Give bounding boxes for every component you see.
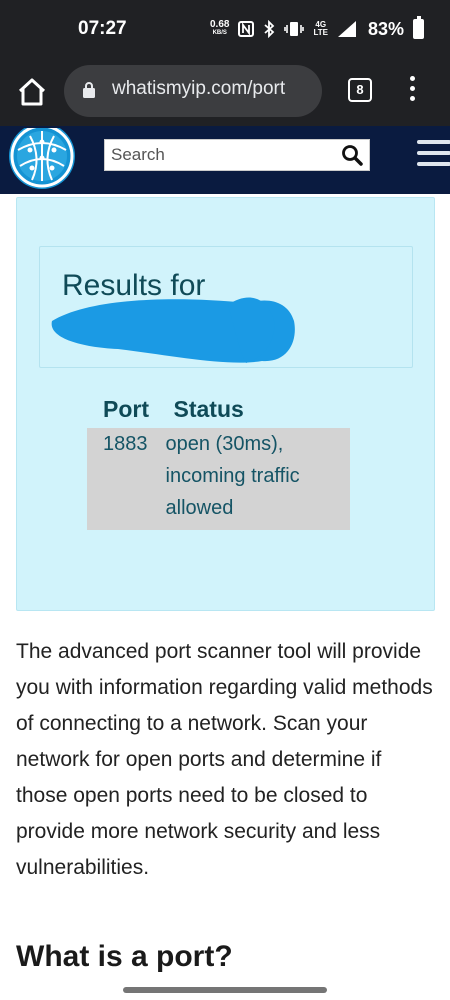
results-header-box: Results for [39, 246, 413, 368]
table-header-row: Port Status [87, 394, 350, 428]
vibrate-icon [284, 22, 305, 36]
site-logo[interactable] [8, 128, 76, 196]
description-paragraph: The advanced port scanner tool will prov… [16, 640, 433, 879]
port-status-cell: open (30ms), incoming traffic allowed [157, 428, 350, 530]
network-type-lte: LTE [313, 28, 328, 37]
status-icons: 0.68 KB/S 4G LTE 83% [210, 16, 425, 42]
battery-percent: 83% [367, 18, 405, 39]
port-number-cell: 1883 [87, 428, 158, 530]
battery-icon [413, 16, 425, 39]
status-time: 07:27 [78, 18, 127, 39]
tab-switcher-button[interactable]: 8 [348, 78, 372, 102]
network-speed-value: 0.68 [210, 19, 230, 30]
menu-icon[interactable] [403, 76, 421, 106]
network-speed-unit: KB/S [212, 30, 227, 36]
url-bar[interactable]: whatismyip.com/port [64, 65, 322, 117]
redacted-ip-scribble [51, 297, 295, 363]
bluetooth-icon [264, 20, 275, 38]
search-icon[interactable] [341, 144, 363, 166]
gesture-nav-handle[interactable] [123, 987, 327, 993]
url-text: whatismyip.com/port [112, 78, 286, 99]
search-input[interactable] [111, 145, 331, 165]
column-header-status: Status [173, 396, 244, 422]
site-header [0, 126, 450, 194]
lock-icon [83, 82, 95, 98]
network-speed: 0.68 KB/S [210, 20, 229, 38]
table-row: 1883 open (30ms), incoming traffic allow… [87, 428, 350, 530]
search-box [104, 139, 370, 171]
column-header-port: Port [103, 396, 149, 422]
home-icon[interactable] [16, 76, 48, 108]
section-heading: What is a port? [16, 940, 233, 973]
browser-toolbar: whatismyip.com/port 8 [0, 58, 450, 126]
results-panel: Results for Port Status 1883 open (30ms)… [16, 197, 435, 611]
signal-icon [337, 21, 356, 37]
hamburger-menu-icon[interactable] [417, 140, 450, 170]
nfc-icon [238, 21, 255, 37]
network-type: 4G LTE [313, 21, 328, 37]
port-results-table: Port Status 1883 open (30ms), incoming t… [87, 394, 350, 530]
status-bar: 07:27 0.68 KB/S 4G LTE 83% [0, 0, 450, 58]
